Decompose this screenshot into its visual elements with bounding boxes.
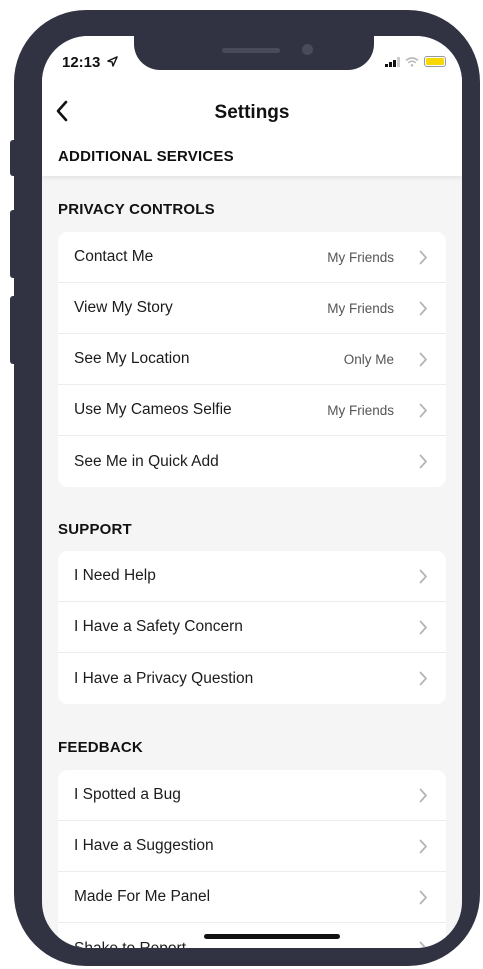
- volume-up-button: [10, 210, 18, 278]
- notch: [134, 36, 374, 70]
- section-header-privacy-controls: PRIVACY CONTROLS: [58, 201, 215, 218]
- row-value: My Friends: [327, 402, 394, 418]
- chevron-right-icon: [419, 620, 427, 635]
- status-time-text: 12:13: [62, 54, 101, 71]
- row-label: Use My Cameos Selfie: [74, 401, 232, 418]
- settings-row-use-my-cameos-selfie[interactable]: Use My Cameos Selfie My Friends: [58, 385, 446, 436]
- section-header-feedback: FEEDBACK: [58, 739, 143, 756]
- settings-row-contact-me[interactable]: Contact Me My Friends: [58, 232, 446, 283]
- location-arrow-icon: [106, 56, 118, 67]
- chevron-right-icon: [419, 454, 427, 469]
- row-label: I Need Help: [74, 567, 156, 584]
- row-label: See Me in Quick Add: [74, 452, 219, 470]
- status-bar-indicators: [385, 56, 446, 67]
- section-header-support: SUPPORT: [58, 521, 132, 538]
- chevron-right-icon: [419, 301, 427, 316]
- row-label: Made For Me Panel: [74, 888, 211, 905]
- volume-down-button: [10, 296, 18, 364]
- row-value: My Friends: [327, 300, 394, 316]
- settings-row-spotted-a-bug[interactable]: I Spotted a Bug: [58, 770, 446, 821]
- settings-row-have-a-suggestion[interactable]: I Have a Suggestion: [58, 821, 446, 872]
- row-label: See My Location: [74, 350, 190, 367]
- settings-row-i-need-help[interactable]: I Need Help: [58, 551, 446, 602]
- privacy-controls-list: Contact Me My Friends View My Story My F…: [58, 232, 446, 487]
- chevron-right-icon: [419, 890, 427, 905]
- row-label: View My Story: [74, 299, 173, 316]
- feedback-list: I Spotted a Bug I Have a Suggestion Made…: [58, 770, 446, 948]
- settings-row-view-my-story[interactable]: View My Story My Friends: [58, 283, 446, 334]
- settings-row-see-me-in-quick-add[interactable]: See Me in Quick Add: [58, 436, 446, 487]
- settings-row-made-for-me-panel[interactable]: Made For Me Panel: [58, 872, 446, 923]
- row-label: I Have a Safety Concern: [74, 618, 243, 635]
- status-bar-time: 12:13: [62, 54, 118, 71]
- mute-switch: [10, 140, 18, 176]
- signal-icon: [385, 56, 400, 67]
- speaker-grille: [222, 48, 280, 53]
- front-camera: [302, 44, 313, 55]
- row-label: I Have a Suggestion: [74, 837, 214, 854]
- settings-row-safety-concern[interactable]: I Have a Safety Concern: [58, 602, 446, 653]
- battery-icon: [424, 56, 446, 67]
- chevron-right-icon: [419, 569, 427, 584]
- chevron-right-icon: [419, 839, 427, 854]
- row-label: I Spotted a Bug: [74, 786, 181, 803]
- page-title: Settings: [214, 102, 290, 123]
- settings-row-privacy-question[interactable]: I Have a Privacy Question: [58, 653, 446, 704]
- chevron-right-icon: [419, 671, 427, 686]
- row-label: I Have a Privacy Question: [74, 669, 254, 687]
- chevron-right-icon: [419, 250, 427, 265]
- phone-screen: 12:13 Settings ADDITIONAL SERVICES PRIVA…: [42, 36, 462, 948]
- row-label: Shake to Report: [74, 939, 187, 949]
- support-list: I Need Help I Have a Safety Concern I Ha…: [58, 551, 446, 704]
- row-label: Contact Me: [74, 248, 154, 265]
- chevron-right-icon: [419, 788, 427, 803]
- home-indicator[interactable]: [204, 934, 340, 939]
- row-value: Only Me: [343, 351, 394, 367]
- chevron-right-icon: [419, 941, 427, 948]
- row-value: My Friends: [327, 249, 394, 265]
- chevron-right-icon: [419, 352, 427, 367]
- section-header-additional-services[interactable]: ADDITIONAL SERVICES: [58, 148, 234, 165]
- chevron-right-icon: [419, 403, 427, 418]
- settings-row-see-my-location[interactable]: See My Location Only Me: [58, 334, 446, 385]
- wifi-icon: [405, 56, 419, 67]
